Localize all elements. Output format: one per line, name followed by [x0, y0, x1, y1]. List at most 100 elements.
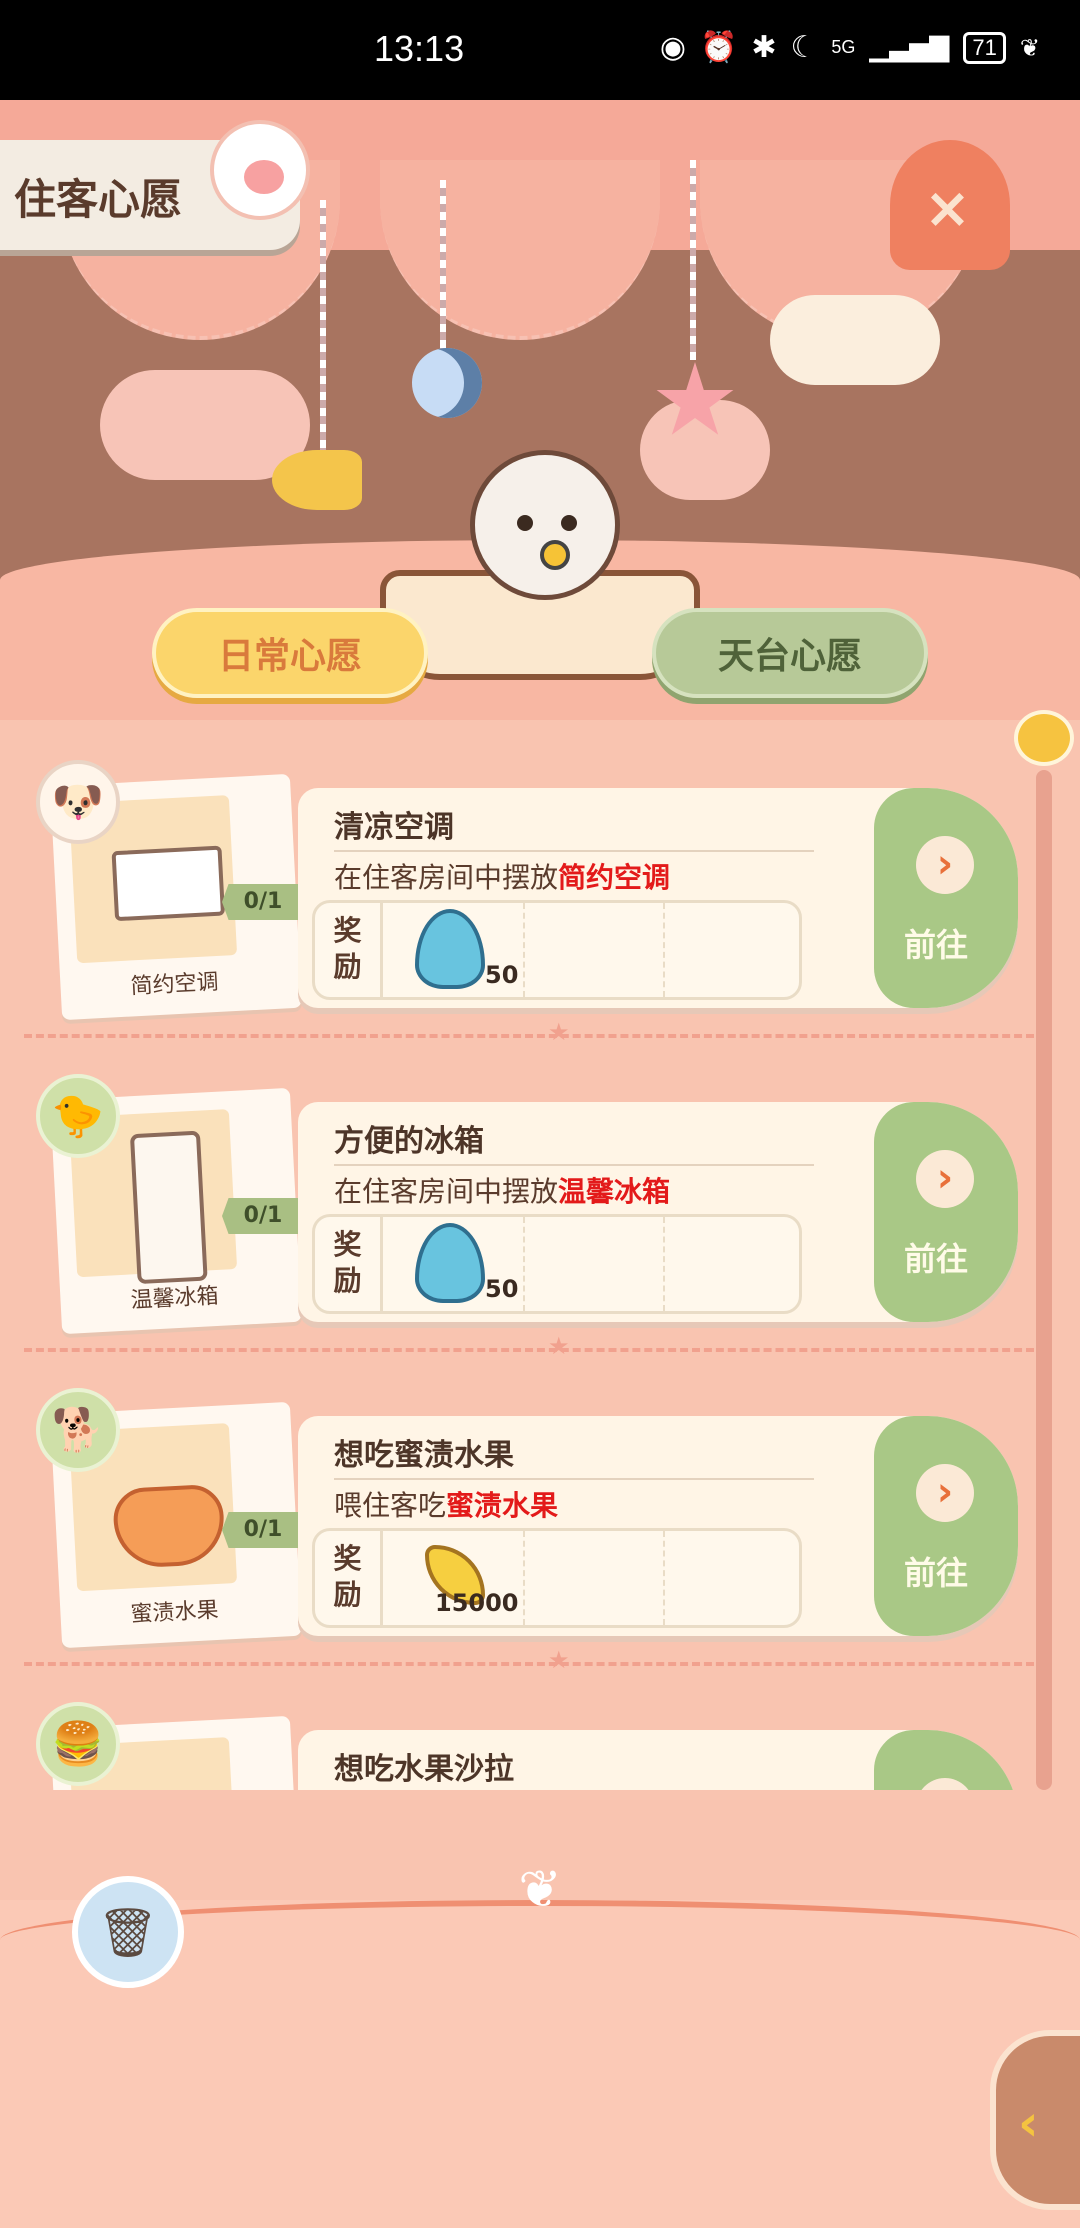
reward-box: 奖励 15000	[312, 1528, 802, 1628]
blue-flame-icon	[415, 909, 485, 989]
page-title: 住客心愿	[14, 175, 183, 224]
reward-slot-empty	[665, 1217, 805, 1311]
cat-eye	[561, 515, 577, 531]
reward-slot-empty	[665, 1531, 805, 1625]
hanging-string	[320, 200, 326, 450]
go-label: 前往	[904, 1554, 969, 1592]
leaf-icon: ❦	[1019, 33, 1040, 62]
go-label: 前往	[904, 1240, 969, 1278]
description-highlight: 温馨冰箱	[558, 1175, 671, 1208]
reward-slot: 50	[385, 903, 525, 997]
wish-title: 方便的冰箱	[334, 1124, 484, 1159]
star-icon: ★	[548, 1018, 570, 1046]
wish-panel: 清凉空调 在住客房间中摆放简约空调 奖励 50 › 前往	[298, 788, 1018, 1008]
reward-box: 奖励 50	[312, 900, 802, 1000]
go-button[interactable]: › 前往	[874, 788, 1018, 1008]
description-highlight: 简约空调	[558, 861, 671, 894]
tab-rooftop-wishes[interactable]: 天台心愿	[652, 608, 928, 698]
moon-ornament	[412, 348, 482, 418]
hanging-string	[690, 160, 696, 360]
signal-icon: ▁▃▅▇	[869, 32, 950, 63]
fridge-icon	[129, 1130, 208, 1285]
cat-eye	[517, 515, 533, 531]
description-text: 喂住客吃	[334, 1489, 447, 1522]
wish-card: 蜜渍水果 0/1 🐕 想吃蜜渍水果 喂住客吃蜜渍水果 奖励 15000 › 前往	[0, 1378, 1030, 1688]
star-icon: ★	[548, 1646, 570, 1674]
battery-indicator: 71	[963, 31, 1006, 64]
reward-amount: 50	[485, 1275, 519, 1303]
reward-label: 奖励	[315, 1531, 383, 1625]
wish-title: 清凉空调	[334, 810, 454, 845]
guest-avatar-icon: 🍔	[36, 1702, 120, 1786]
guest-avatar-icon: 🐶	[36, 760, 120, 844]
close-icon: ×	[924, 176, 971, 241]
wish-title: 想吃蜜渍水果	[334, 1438, 514, 1473]
winged-heart-icon: ❦	[518, 1860, 562, 1920]
item-name: 简约空调	[129, 969, 220, 1000]
arrow-right-icon: ›	[916, 1778, 974, 1790]
scrollbar[interactable]	[1036, 770, 1052, 1790]
paw-icon	[210, 120, 310, 220]
wish-list[interactable]: 简约空调 0/1 🐶 清凉空调 在住客房间中摆放简约空调 奖励 50 › 前往 …	[0, 740, 1060, 1790]
reward-slot-empty	[525, 1531, 665, 1625]
reward-slot-empty	[665, 903, 805, 997]
eye-icon: ◉	[659, 30, 686, 65]
status-icons: ◉ ⏰ ✱ ☾ 5G ▁▃▅▇ 71 ❦	[660, 30, 1040, 65]
back-button[interactable]: ‹	[990, 2030, 1080, 2210]
description-highlight: 蜜渍水果	[446, 1489, 559, 1522]
wish-panel: 方便的冰箱 在住客房间中摆放温馨冰箱 奖励 50 › 前往	[298, 1102, 1018, 1322]
wish-title: 想吃水果沙拉	[334, 1752, 514, 1787]
wish-card: 🍔 想吃水果沙拉 ›	[0, 1692, 1030, 1790]
star-icon: ★	[548, 1332, 570, 1360]
reward-slot-empty	[525, 1217, 665, 1311]
status-bar: 13:13 ◉ ⏰ ✱ ☾ 5G ▁▃▅▇ 71 ❦	[0, 0, 1080, 100]
arrow-right-icon: ›	[916, 836, 974, 894]
wish-description: 在住客房间中摆放简约空调	[334, 856, 670, 896]
wish-description: 喂住客吃蜜渍水果	[334, 1484, 558, 1524]
cat-bell	[540, 540, 570, 570]
blue-flame-icon	[415, 1223, 485, 1303]
cloud-decoration	[770, 295, 940, 385]
wish-panel: 想吃水果沙拉 ›	[298, 1730, 1018, 1790]
arrow-left-icon: ‹	[1018, 2094, 1039, 2152]
item-name: 蜜渍水果	[129, 1597, 220, 1628]
reward-slot: 50	[385, 1217, 525, 1311]
vibrate-icon: ✱	[751, 30, 777, 65]
wish-panel: 想吃蜜渍水果 喂住客吃蜜渍水果 奖励 15000 › 前往	[298, 1416, 1018, 1636]
close-button[interactable]: ×	[890, 140, 1010, 270]
go-button[interactable]: › 前往	[874, 1102, 1018, 1322]
reward-amount: 50	[485, 961, 519, 989]
reward-label-text: 奖励	[333, 914, 362, 983]
go-button[interactable]: › 前往	[874, 1416, 1018, 1636]
reward-label-text: 奖励	[333, 1228, 362, 1297]
reward-amount: 15000	[435, 1589, 519, 1617]
tab-daily-wishes[interactable]: 日常心愿	[152, 608, 428, 698]
scroll-paw-icon[interactable]	[1014, 710, 1074, 766]
reward-label: 奖励	[315, 903, 383, 997]
reward-label: 奖励	[315, 1217, 383, 1311]
trash-bin-button[interactable]: 🗑	[72, 1876, 184, 1988]
guest-avatar-icon: 🐤	[36, 1074, 120, 1158]
title-divider	[334, 1478, 814, 1480]
wish-description: 在住客房间中摆放温馨冰箱	[334, 1170, 670, 1210]
reward-slot-empty	[525, 903, 665, 997]
divider: ★	[24, 1332, 1034, 1360]
description-text: 在住客房间中摆放	[334, 1175, 559, 1208]
go-button[interactable]: ›	[874, 1730, 1018, 1790]
reward-box: 奖励 50	[312, 1214, 802, 1314]
go-label: 前往	[904, 926, 969, 964]
progress-badge: 0/1	[222, 884, 304, 920]
cat-mascot	[470, 450, 620, 600]
description-text: 在住客房间中摆放	[334, 861, 559, 894]
moon-icon: ☾	[790, 30, 818, 65]
candied-fruit-icon	[112, 1483, 227, 1570]
title-divider	[334, 1164, 814, 1166]
hanging-string	[440, 180, 446, 350]
reward-label-text: 奖励	[333, 1542, 362, 1611]
title-divider	[334, 850, 814, 852]
progress-badge: 0/1	[222, 1512, 304, 1548]
divider: ★	[24, 1646, 1034, 1674]
arrow-right-icon: ›	[916, 1464, 974, 1522]
guest-avatar-icon: 🐕	[36, 1388, 120, 1472]
progress-badge: 0/1	[222, 1198, 304, 1234]
